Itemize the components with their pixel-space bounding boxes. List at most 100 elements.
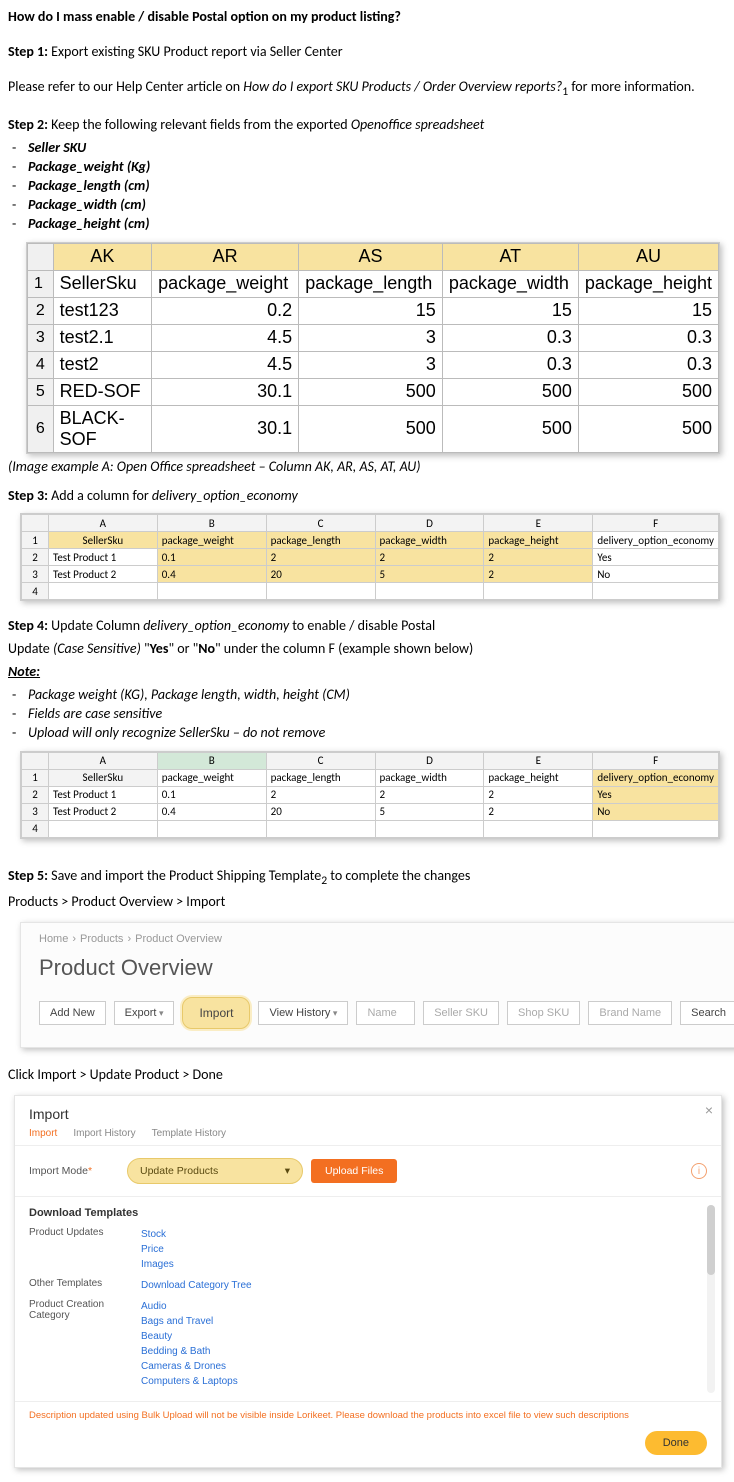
template-link[interactable]: Price bbox=[141, 1242, 174, 1257]
cell: No bbox=[593, 803, 719, 820]
col-header: C bbox=[266, 515, 375, 532]
template-link[interactable]: Download Category Tree bbox=[141, 1278, 252, 1293]
refer-suffix: for more information. bbox=[568, 78, 695, 95]
section-label: Product Updates bbox=[29, 1227, 129, 1272]
cell: 2 bbox=[375, 786, 484, 803]
refer-link: How do I export SKU Products / Order Ove… bbox=[243, 78, 562, 95]
template-link[interactable]: Cameras & Drones bbox=[141, 1359, 238, 1374]
cell: 5 bbox=[375, 803, 484, 820]
step2: Step 2: Keep the following relevant fiel… bbox=[8, 116, 726, 135]
cell: package_weight bbox=[157, 769, 266, 786]
template-link[interactable]: Bedding & Bath bbox=[141, 1344, 238, 1359]
cell: package_height bbox=[484, 532, 593, 549]
template-link[interactable]: Computers & Laptops bbox=[141, 1374, 238, 1389]
add-new-button[interactable]: Add New bbox=[39, 1001, 106, 1025]
step2-bullets: -Seller SKU -Package_weight (Kg) -Packag… bbox=[8, 139, 726, 233]
step-label: Step 1: bbox=[8, 43, 48, 60]
import-modal: × Import Import Import History Template … bbox=[14, 1095, 722, 1468]
col-header: AU bbox=[578, 243, 718, 270]
cell: 2 bbox=[375, 549, 484, 566]
col-header: C bbox=[266, 752, 375, 769]
cell bbox=[266, 820, 375, 837]
cell: 0.1 bbox=[157, 786, 266, 803]
crumb-item[interactable]: Product Overview bbox=[135, 933, 222, 945]
cell: RED-SOF bbox=[53, 378, 152, 405]
cell: 0.3 bbox=[578, 351, 718, 378]
t: Update Column bbox=[51, 617, 143, 634]
row-number: 1 bbox=[22, 769, 49, 786]
template-link[interactable]: Stock bbox=[141, 1227, 174, 1242]
export-button[interactable]: Export bbox=[114, 1001, 175, 1025]
view-history-button[interactable]: View History bbox=[258, 1001, 348, 1025]
col-header: F bbox=[593, 752, 719, 769]
corner-cell bbox=[22, 515, 49, 532]
template-link[interactable]: Images bbox=[141, 1257, 174, 1272]
import-mode-bar: Import Mode* Update Products ▾ Upload Fi… bbox=[15, 1145, 721, 1197]
search-button[interactable]: Search bbox=[680, 1001, 734, 1025]
brand-input[interactable]: Brand Name bbox=[588, 1001, 672, 1025]
row-number: 2 bbox=[22, 786, 49, 803]
import-button[interactable]: Import bbox=[182, 997, 250, 1029]
template-link[interactable]: Beauty bbox=[141, 1329, 238, 1344]
cell: 3 bbox=[299, 351, 443, 378]
cell: BLACK-SOF bbox=[53, 405, 152, 452]
cell bbox=[157, 820, 266, 837]
cell: 15 bbox=[442, 297, 578, 324]
cell: 500 bbox=[442, 405, 578, 452]
cell: 2 bbox=[266, 549, 375, 566]
crumb-item[interactable]: Home bbox=[39, 933, 68, 945]
bullet: Package weight (KG), Package length, wid… bbox=[28, 686, 350, 705]
step1-text: Export existing SKU Product report via S… bbox=[51, 43, 342, 60]
bullet: Package_weight (Kg) bbox=[28, 158, 150, 177]
after-po-text: Click Import > Update Product > Done bbox=[8, 1066, 726, 1085]
scrollbar[interactable] bbox=[707, 1205, 715, 1393]
cell: Test Product 1 bbox=[48, 786, 157, 803]
row-number: 4 bbox=[22, 583, 49, 600]
spreadsheet-b: A B C D E F 1 SellerSku package_weight p… bbox=[20, 513, 720, 601]
cell: package_length bbox=[266, 769, 375, 786]
cell: 5 bbox=[375, 566, 484, 583]
select-value: Update Products bbox=[140, 1165, 218, 1177]
cell bbox=[375, 583, 484, 600]
tab-template-history[interactable]: Template History bbox=[152, 1128, 226, 1139]
col-header: A bbox=[48, 515, 157, 532]
template-link[interactable]: Bags and Travel bbox=[141, 1314, 238, 1329]
cell: 0.1 bbox=[157, 549, 266, 566]
cell: test2 bbox=[53, 351, 152, 378]
template-link[interactable]: Audio bbox=[141, 1299, 238, 1314]
seller-sku-input[interactable]: Seller SKU bbox=[423, 1001, 499, 1025]
shop-sku-input[interactable]: Shop SKU bbox=[507, 1001, 580, 1025]
cell bbox=[484, 820, 593, 837]
cell: 30.1 bbox=[152, 405, 299, 452]
t: No bbox=[198, 640, 215, 657]
cell: 2 bbox=[484, 786, 593, 803]
col-header: B bbox=[157, 515, 266, 532]
name-input[interactable]: Name bbox=[356, 1001, 415, 1025]
import-mode-select[interactable]: Update Products ▾ bbox=[127, 1158, 303, 1184]
step-label: Step 3: bbox=[8, 487, 48, 504]
dl-title: Download Templates bbox=[29, 1207, 707, 1219]
cell: delivery_option_economy bbox=[593, 532, 719, 549]
t: Save and import the Product Shipping Tem… bbox=[51, 867, 321, 884]
tab-import-history[interactable]: Import History bbox=[73, 1128, 135, 1139]
close-icon[interactable]: × bbox=[705, 1102, 713, 1118]
bullet: Upload will only recognize SellerSku – d… bbox=[28, 724, 325, 743]
corner-cell bbox=[22, 752, 49, 769]
cell: 0.2 bbox=[152, 297, 299, 324]
col-header: AK bbox=[53, 243, 152, 270]
info-icon[interactable]: i bbox=[691, 1163, 707, 1179]
cell: Test Product 2 bbox=[48, 803, 157, 820]
upload-files-button[interactable]: Upload Files bbox=[311, 1159, 397, 1183]
cell: delivery_option_economy bbox=[593, 769, 719, 786]
bullet: Package_length (cm) bbox=[28, 177, 150, 196]
step3-prefix: Add a column for bbox=[51, 487, 152, 504]
tab-import[interactable]: Import bbox=[29, 1128, 57, 1139]
crumb-item[interactable]: Products bbox=[80, 933, 123, 945]
import-mode-label: Import Mode* bbox=[29, 1165, 119, 1177]
col-header: D bbox=[375, 752, 484, 769]
step4-bullets: -Package weight (KG), Package length, wi… bbox=[8, 686, 726, 743]
cell: package_width bbox=[375, 532, 484, 549]
t: to complete the changes bbox=[327, 867, 470, 884]
done-button[interactable]: Done bbox=[645, 1431, 707, 1455]
scrollbar-thumb[interactable] bbox=[707, 1205, 715, 1275]
